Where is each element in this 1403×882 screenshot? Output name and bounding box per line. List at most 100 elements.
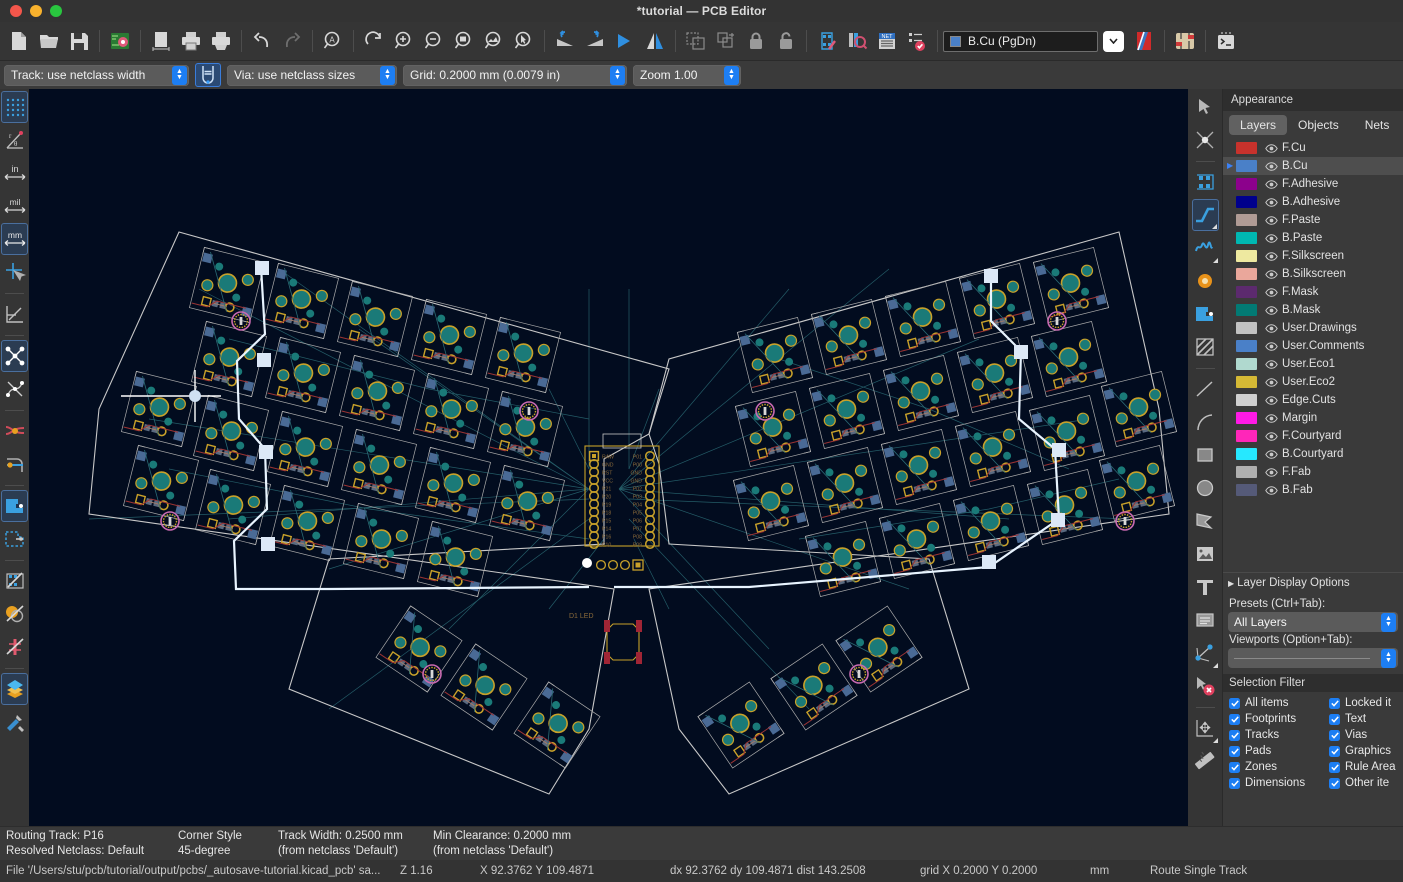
- vias-sketch-mode-icon[interactable]: [1, 448, 28, 480]
- toggle-properties-manager-icon[interactable]: [1, 706, 28, 738]
- layer-color-swatch[interactable]: [1236, 268, 1257, 280]
- eye-icon[interactable]: [1263, 288, 1279, 297]
- rotate-cw-icon[interactable]: [580, 26, 610, 56]
- zoom-out-icon[interactable]: [419, 26, 449, 56]
- selection-filter-item[interactable]: All items: [1229, 695, 1329, 711]
- eye-icon[interactable]: [1263, 306, 1279, 315]
- eye-icon[interactable]: [1263, 252, 1279, 261]
- selection-filter-item[interactable]: Pads: [1229, 743, 1329, 759]
- draw-arc-tool-icon[interactable]: [1192, 406, 1219, 438]
- checkbox[interactable]: [1229, 762, 1240, 773]
- layer-row[interactable]: B.Courtyard: [1223, 445, 1403, 463]
- checkbox[interactable]: [1229, 746, 1240, 757]
- eye-icon[interactable]: [1263, 216, 1279, 225]
- scripting-console-icon[interactable]: [1211, 26, 1241, 56]
- viewports-selector[interactable]: ▲▼: [1228, 648, 1398, 668]
- layer-row[interactable]: B.Mask: [1223, 301, 1403, 319]
- layer-color-swatch[interactable]: [1236, 448, 1257, 460]
- zone-filled-mode-icon[interactable]: [1, 490, 28, 522]
- eye-icon[interactable]: [1263, 198, 1279, 207]
- layer-display-options-toggle[interactable]: ▶ Layer Display Options: [1223, 572, 1403, 593]
- layer-color-swatch[interactable]: [1236, 142, 1257, 154]
- checkbox[interactable]: [1229, 778, 1240, 789]
- layer-row[interactable]: User.Comments: [1223, 337, 1403, 355]
- place-via-tool-icon[interactable]: [1192, 265, 1219, 297]
- selection-filter-item[interactable]: Locked it: [1329, 695, 1403, 711]
- delete-tool-icon[interactable]: [1192, 670, 1219, 702]
- eye-icon[interactable]: [1263, 468, 1279, 477]
- eye-icon[interactable]: [1263, 450, 1279, 459]
- footprints-sketch-mode-icon[interactable]: [1, 565, 28, 597]
- layer-color-swatch[interactable]: [1236, 250, 1257, 262]
- layer-color-swatch[interactable]: [1236, 484, 1257, 496]
- toggle-polar-coords-icon[interactable]: rθ: [1, 124, 28, 156]
- checkbox[interactable]: [1329, 778, 1340, 789]
- save-board-icon[interactable]: [64, 26, 94, 56]
- presets-stepper[interactable]: ▲▼: [1381, 613, 1396, 632]
- zoom-in-icon[interactable]: [389, 26, 419, 56]
- 3d-viewer-icon[interactable]: [1170, 26, 1200, 56]
- grid-selector[interactable]: Grid: 0.2000 mm (0.0079 in) ▲▼: [403, 65, 627, 86]
- layer-row[interactable]: B.Silkscreen: [1223, 265, 1403, 283]
- layer-color-swatch[interactable]: [1236, 178, 1257, 190]
- flip-vertical-icon[interactable]: [610, 26, 640, 56]
- eye-icon[interactable]: [1263, 414, 1279, 423]
- layer-row[interactable]: B.Paste: [1223, 229, 1403, 247]
- grid-stepper[interactable]: ▲▼: [610, 66, 625, 85]
- units-millimeters-icon[interactable]: mm: [1, 223, 28, 255]
- zone-outline-mode-icon[interactable]: [1, 523, 28, 555]
- toggle-grid-icon[interactable]: [1, 91, 28, 123]
- eye-icon[interactable]: [1263, 234, 1279, 243]
- footprint-editor-icon[interactable]: [681, 26, 711, 56]
- eye-icon[interactable]: [1263, 270, 1279, 279]
- layer-color-swatch[interactable]: [1236, 358, 1257, 370]
- checkbox[interactable]: [1329, 698, 1340, 709]
- layer-row[interactable]: F.Courtyard: [1223, 427, 1403, 445]
- flip-horizontal-icon[interactable]: [640, 26, 670, 56]
- redo-icon[interactable]: [277, 26, 307, 56]
- selection-filter-item[interactable]: Graphics: [1329, 743, 1403, 759]
- layer-row[interactable]: B.Fab: [1223, 481, 1403, 499]
- track-width-stepper[interactable]: ▲▼: [172, 66, 187, 85]
- layer-row[interactable]: F.Adhesive: [1223, 175, 1403, 193]
- add-textbox-tool-icon[interactable]: [1192, 604, 1219, 636]
- checkbox[interactable]: [1329, 730, 1340, 741]
- layer-row[interactable]: F.Fab: [1223, 463, 1403, 481]
- add-zone-tool-icon[interactable]: [1192, 298, 1219, 330]
- selection-filter-item[interactable]: Footprints: [1229, 711, 1329, 727]
- draw-rectangle-tool-icon[interactable]: [1192, 439, 1219, 471]
- track-via-properties-toggle[interactable]: [195, 63, 221, 87]
- layer-color-swatch[interactable]: [1236, 466, 1257, 478]
- layer-row[interactable]: Margin: [1223, 409, 1403, 427]
- checkbox[interactable]: [1329, 762, 1340, 773]
- layer-dropdown-button[interactable]: [1103, 31, 1124, 52]
- viewports-stepper[interactable]: ▲▼: [1381, 649, 1396, 668]
- layer-color-swatch[interactable]: [1236, 160, 1257, 172]
- layer-color-swatch[interactable]: [1236, 286, 1257, 298]
- text-sketch-mode-icon[interactable]: [1, 631, 28, 663]
- add-text-tool-icon[interactable]: [1192, 571, 1219, 603]
- route-tracks-tool-icon[interactable]: [1192, 199, 1219, 231]
- place-footprint-tool-icon[interactable]: [1192, 166, 1219, 198]
- tracks-sketch-mode-icon[interactable]: [1, 415, 28, 447]
- units-inches-icon[interactable]: in: [1, 157, 28, 189]
- new-board-icon[interactable]: [4, 26, 34, 56]
- tab-layers[interactable]: Layers: [1229, 115, 1287, 135]
- layer-color-swatch[interactable]: [1236, 412, 1257, 424]
- layer-row[interactable]: F.Silkscreen: [1223, 247, 1403, 265]
- layer-color-swatch[interactable]: [1236, 304, 1257, 316]
- pads-sketch-mode-icon[interactable]: [1, 598, 28, 630]
- checkbox[interactable]: [1229, 714, 1240, 725]
- refresh-icon[interactable]: [359, 26, 389, 56]
- via-size-selector[interactable]: Via: use netclass sizes ▲▼: [227, 65, 397, 86]
- undo-icon[interactable]: [247, 26, 277, 56]
- open-board-icon[interactable]: [34, 26, 64, 56]
- selection-filter-item[interactable]: Dimensions: [1229, 775, 1329, 791]
- track-width-selector[interactable]: Track: use netclass width ▲▼: [4, 65, 189, 86]
- selection-filter-item[interactable]: Other ite: [1329, 775, 1403, 791]
- checkbox[interactable]: [1229, 698, 1240, 709]
- run-drc-icon[interactable]: [902, 26, 932, 56]
- pcb-canvas[interactable]: RAWGNDRSTVCCP21P20P19P18P15P14P16P10 P01…: [29, 89, 1188, 826]
- layer-row[interactable]: F.Mask: [1223, 283, 1403, 301]
- curved-ratsnest-lines-icon[interactable]: [1, 373, 28, 405]
